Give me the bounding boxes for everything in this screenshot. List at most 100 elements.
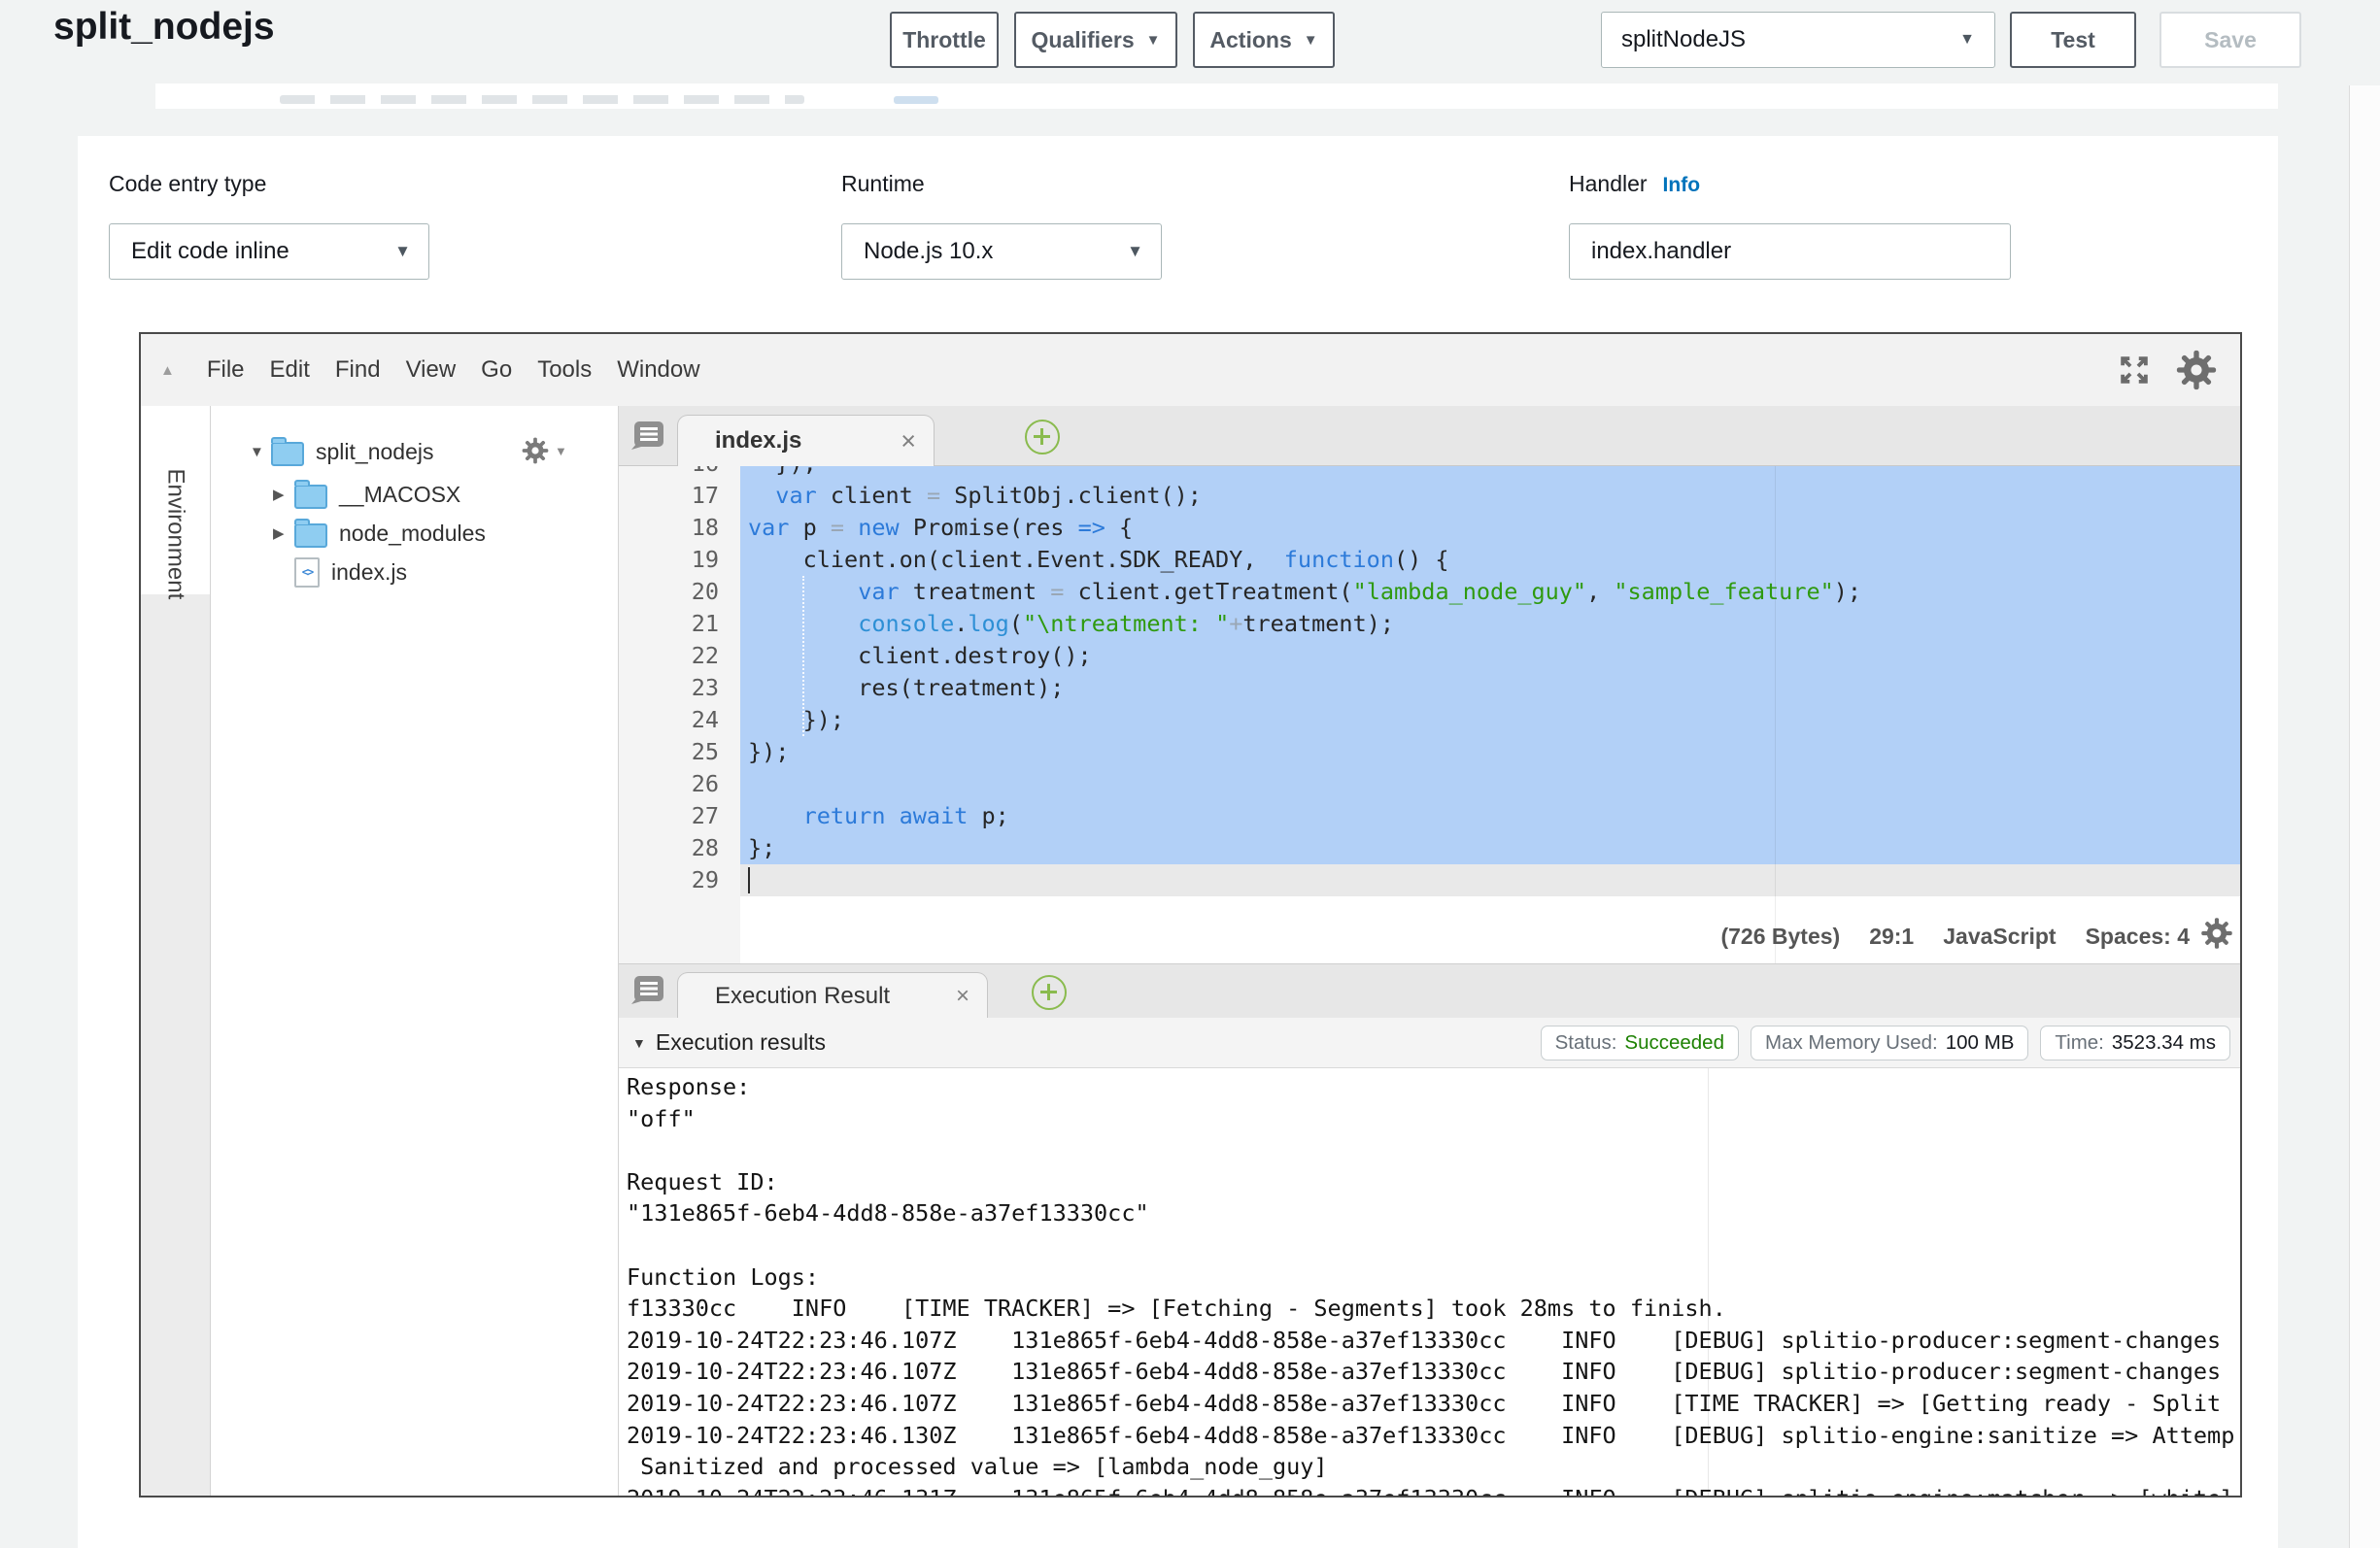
code-editor-area[interactable]: 1617181920212223242526272829 }); var cli… bbox=[619, 466, 2240, 964]
memory-label: Max Memory Used: bbox=[1765, 1031, 1938, 1055]
test-label: Test bbox=[2051, 27, 2095, 53]
status-label: Status: bbox=[1555, 1031, 1617, 1055]
menu-view[interactable]: View bbox=[393, 356, 469, 384]
actions-label: Actions bbox=[1209, 27, 1291, 53]
chevron-collapsed-icon[interactable]: ▶ bbox=[273, 486, 294, 503]
execution-badges: Status: Succeeded Max Memory Used: 100 M… bbox=[1541, 1026, 2230, 1060]
handler-input[interactable] bbox=[1569, 223, 2011, 280]
menu-window[interactable]: Window bbox=[604, 356, 712, 384]
tree-item-indexjs[interactable]: index.js bbox=[294, 554, 407, 590]
indent-guide bbox=[802, 576, 804, 736]
log-line: 2019-10-24T22:23:46.107Z 131e865f-6eb4-4… bbox=[627, 1356, 2234, 1388]
chevron-expanded-icon[interactable]: ▼ bbox=[250, 444, 271, 460]
tab-execution-result[interactable]: Execution Result × bbox=[677, 972, 988, 1019]
code-line[interactable]: var treatment = client.getTreatment("lam… bbox=[748, 576, 1861, 608]
js-file-icon bbox=[294, 557, 320, 588]
editor-menubar: ▲ FileEditFindViewGoToolsWindow bbox=[141, 334, 2240, 407]
code-line[interactable] bbox=[748, 864, 1861, 896]
tree-item-node-modules[interactable]: ▶ node_modules bbox=[273, 515, 486, 552]
line-number: 16 bbox=[619, 466, 719, 480]
close-tab-icon[interactable]: × bbox=[877, 426, 916, 456]
tree-item-label: __MACOSX bbox=[339, 482, 460, 508]
file-tree-panel: ▼ split_nodejs ▼ ▶ bbox=[211, 406, 619, 1496]
page-scrollbar[interactable] bbox=[2349, 85, 2380, 1548]
code-line[interactable]: }; bbox=[748, 832, 1861, 864]
menu-find[interactable]: Find bbox=[323, 356, 393, 384]
tree-item-label: index.js bbox=[331, 559, 407, 586]
chevron-down-icon: ▼ bbox=[1959, 31, 1975, 49]
menu-file[interactable]: File bbox=[194, 356, 257, 384]
code-lines: }); var client = SplitObj.client();var p… bbox=[748, 466, 1861, 896]
qualifiers-button[interactable]: Qualifiers ▼ bbox=[1014, 12, 1177, 68]
language-mode[interactable]: JavaScript bbox=[1943, 924, 2056, 950]
code-entry-type-select[interactable]: Edit code inline ▼ bbox=[109, 223, 429, 280]
handler-info-link[interactable]: Info bbox=[1663, 174, 1700, 196]
memory-value: 100 MB bbox=[1946, 1031, 2015, 1055]
code-line[interactable]: client.destroy(); bbox=[748, 640, 1861, 672]
code-line[interactable]: console.log("\ntreatment: "+treatment); bbox=[748, 608, 1861, 640]
menu-tools[interactable]: Tools bbox=[525, 356, 604, 384]
save-button[interactable]: Save bbox=[2159, 12, 2301, 68]
log-line bbox=[627, 1134, 2234, 1166]
test-event-select[interactable]: splitNodeJS ▼ bbox=[1601, 12, 1995, 68]
settings-gear-icon[interactable] bbox=[2174, 348, 2219, 392]
tab-indexjs[interactable]: index.js × bbox=[677, 415, 935, 466]
menu-go[interactable]: Go bbox=[468, 356, 525, 384]
line-number: 26 bbox=[619, 768, 719, 800]
chevron-down-icon: ▼ bbox=[394, 242, 411, 261]
editor-settings-gear-icon[interactable] bbox=[2199, 916, 2234, 956]
log-line: Function Logs: bbox=[627, 1262, 2234, 1294]
code-line[interactable]: return await p; bbox=[748, 800, 1861, 832]
save-label: Save bbox=[2204, 27, 2257, 53]
new-tab-button[interactable] bbox=[1032, 975, 1067, 1010]
code-line[interactable]: }); bbox=[748, 704, 1861, 736]
code-line[interactable] bbox=[748, 768, 1861, 800]
close-tab-icon[interactable]: × bbox=[933, 983, 969, 1010]
line-number: 28 bbox=[619, 832, 719, 864]
new-tab-button[interactable] bbox=[1025, 420, 1060, 454]
runtime-select[interactable]: Node.js 10.x ▼ bbox=[841, 223, 1162, 280]
code-line[interactable]: }); bbox=[748, 466, 1861, 480]
editor-tab-row: index.js × bbox=[619, 406, 2240, 466]
tree-root-split-nodejs[interactable]: ▼ split_nodejs bbox=[250, 433, 433, 470]
collapse-menubar-icon[interactable]: ▲ bbox=[160, 362, 175, 379]
tab-list-icon[interactable] bbox=[630, 420, 665, 455]
line-number: 24 bbox=[619, 704, 719, 736]
lambda-console-page: split_nodejs Throttle Qualifiers ▼ Actio… bbox=[0, 0, 2380, 1548]
code-line[interactable]: res(treatment); bbox=[748, 672, 1861, 704]
line-number: 17 bbox=[619, 480, 719, 512]
code-line[interactable]: }); bbox=[748, 736, 1861, 768]
qualifiers-label: Qualifiers bbox=[1032, 27, 1135, 53]
chevron-down-icon: ▼ bbox=[1146, 32, 1161, 49]
fullscreen-icon[interactable] bbox=[2116, 352, 2153, 388]
code-entry-type-value: Edit code inline bbox=[131, 238, 289, 265]
test-button[interactable]: Test bbox=[2010, 12, 2136, 68]
page-title: split_nodejs bbox=[53, 6, 275, 49]
environment-tab[interactable]: Environment bbox=[141, 406, 210, 594]
editor-zone: index.js × 1617181920212223242526272829 … bbox=[619, 406, 2240, 1496]
actions-button[interactable]: Actions ▼ bbox=[1193, 12, 1335, 68]
execution-tab-row: Execution Result × bbox=[619, 964, 2240, 1019]
tab-list-icon[interactable] bbox=[630, 974, 665, 1010]
log-line: f13330cc INFO [TIME TRACKER] => [Fetchin… bbox=[627, 1293, 2234, 1325]
code-line[interactable]: var client = SplitObj.client(); bbox=[748, 480, 1861, 512]
line-number: 27 bbox=[619, 800, 719, 832]
clipped-content-remnant bbox=[894, 96, 938, 104]
menu-edit[interactable]: Edit bbox=[257, 356, 323, 384]
line-number: 25 bbox=[619, 736, 719, 768]
tree-item-macosx[interactable]: ▶ __MACOSX bbox=[273, 476, 460, 513]
code-line[interactable]: client.on(client.Event.SDK_READY, functi… bbox=[748, 544, 1861, 576]
code-line[interactable]: var p = new Promise(res => { bbox=[748, 512, 1861, 544]
throttle-button[interactable]: Throttle bbox=[890, 12, 999, 68]
file-size: (726 Bytes) bbox=[1720, 924, 1840, 950]
indent-setting[interactable]: Spaces: 4 bbox=[2086, 924, 2190, 950]
editor-status-bar: (726 Bytes) 29:1 JavaScript Spaces: 4 bbox=[1720, 924, 2190, 950]
chevron-collapsed-icon[interactable]: ▶ bbox=[273, 524, 294, 542]
chevron-expanded-icon: ▼ bbox=[632, 1035, 646, 1051]
execution-results-toggle[interactable]: ▼ Execution results bbox=[632, 1029, 826, 1056]
tree-settings-button[interactable]: ▼ bbox=[520, 435, 567, 466]
execution-results-header: ▼ Execution results Status: Succeeded Ma… bbox=[619, 1018, 2240, 1068]
menu-items: FileEditFindViewGoToolsWindow bbox=[194, 356, 713, 384]
log-line: 2019-10-24T22:23:46.130Z 131e865f-6eb4-4… bbox=[627, 1420, 2234, 1452]
cursor-position[interactable]: 29:1 bbox=[1869, 924, 1914, 950]
